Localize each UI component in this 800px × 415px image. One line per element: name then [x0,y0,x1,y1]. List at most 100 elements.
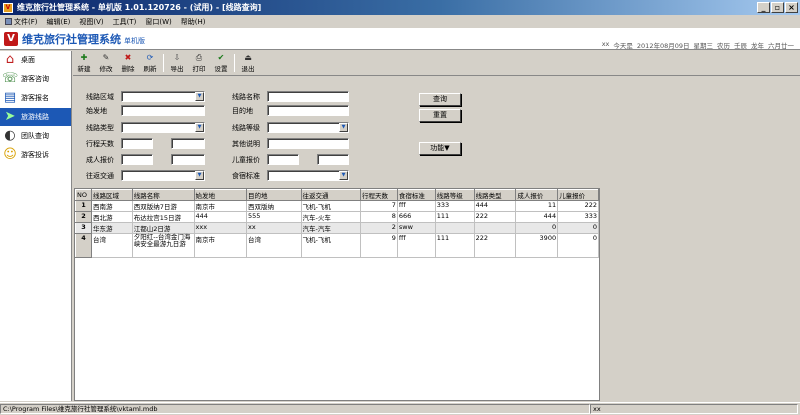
table-cell: 666 [397,211,436,223]
column-header[interactable]: 线路等级 [434,189,475,201]
menu-edit[interactable]: 编辑(E) [44,17,77,27]
table-cell: 222 [474,211,517,223]
toolbar-button-settings[interactable]: ✔ 设置 [210,51,232,75]
lodging-select[interactable]: ▼ [267,170,349,181]
title-bar: V 维克旅行社管理系统 - 单机版 1.01.120726 - (试用) - [… [0,0,800,15]
table-cell: 0 [515,222,559,234]
route-grade-select[interactable]: ▼ [267,122,349,133]
menu-window[interactable]: 窗口(W) [142,17,177,27]
column-header[interactable]: 往返交通 [300,189,362,201]
toolbar-button-new[interactable]: ✚ 新建 [73,51,95,75]
travel-days-to-input[interactable] [171,138,205,149]
sidebar-item-label: 桌面 [21,56,35,64]
adult-price-label: 成人报价 [86,156,114,164]
grid-empty-area [600,188,800,401]
table-cell: 11 [515,200,559,212]
adult-price-from-input[interactable] [121,154,153,165]
menu-tools[interactable]: 工具(T) [110,17,143,27]
departure-input[interactable] [121,105,205,116]
sidebar-item-1[interactable]: ☏ 游客咨询 [0,70,71,88]
table-cell: 3900 [515,233,559,258]
window-title: 维克旅行社管理系统 - 单机版 1.01.120726 - (试用) - [线路… [17,3,262,12]
route-name-input[interactable] [267,91,349,102]
close-button[interactable]: × [785,2,798,13]
transport-select[interactable]: ▼ [121,170,205,181]
column-header[interactable]: 目的地 [245,189,302,201]
column-header[interactable]: 线路区域 [90,189,133,201]
table-cell: 西双版纳 [246,200,302,212]
sidebar-item-5[interactable]: ☺ 游客投诉 [0,146,71,164]
sidebar-item-4[interactable]: ◐ 团队查询 [0,127,71,145]
query-button[interactable]: 查询 [419,93,461,106]
column-header[interactable]: 食宿标准 [396,189,436,201]
column-header[interactable]: 儿童报价 [557,189,599,201]
edit-icon: ✎ [102,53,110,62]
user-name: xx [601,40,610,48]
row-number: 4 [75,233,92,258]
table-cell: 西南游 [91,200,133,212]
column-header[interactable]: NO [75,189,92,201]
table-cell: 汽车-汽车 [301,222,362,234]
child-price-to-input[interactable] [317,154,349,165]
table-cell: 南京市 [194,200,247,212]
house-icon: ⌂ [5,52,15,67]
adult-price-to-input[interactable] [171,154,205,165]
query-form: 线路区域 ▼ 线路名称 始发地 目的地 线路类型 ▼ 线路等级 ▼ 行程天数 其… [73,77,800,185]
column-header[interactable]: 线路名称 [131,189,195,201]
destination-input[interactable] [267,105,349,116]
column-header[interactable]: 始发地 [193,189,247,201]
register-icon: ▤ [3,90,17,105]
menu-view[interactable]: 视图(V) [76,17,109,27]
chevron-down-icon[interactable]: ▼ [195,171,204,180]
toolbar-button-refresh[interactable]: ⟳ 刷新 [139,51,161,75]
toolbar-separator [234,54,235,72]
table-cell: 333 [557,211,599,223]
table-row[interactable]: 2 西北游 布达拉宫15日游 444 555 汽车-火车 8 666 111 222 444 333 [75,211,599,223]
table-cell: 0 [557,222,599,234]
other-notes-input[interactable] [267,138,349,149]
toolbar-button-label: 删除 [121,65,135,73]
menu-file[interactable]: 文件(F) [2,17,44,27]
table-row[interactable]: 3 华东游 江都山2日游 xxx xx 汽车-汽车 2 sww 0 0 [75,222,599,234]
column-header[interactable]: 行程天数 [360,189,398,201]
toolbar-button-export[interactable]: ⇩ 导出 [166,51,188,75]
function-menu-button[interactable]: 功能▼ [419,142,461,155]
table-cell: 111 [435,233,475,258]
table-cell: 222 [474,233,517,258]
column-header[interactable]: 成人报价 [515,189,559,201]
menu-help[interactable]: 帮助(H) [178,17,212,27]
chevron-down-icon[interactable]: ▼ [339,123,348,132]
date-text: 2012年08月09日 [636,42,690,50]
chevron-down-icon[interactable]: ▼ [195,92,204,101]
table-row[interactable]: 4 台湾 夕阳红--台湾金门海峡安全最游九日游 南京市 台湾 飞机-飞机 9 fff 111 22… [75,233,599,258]
travel-days-from-input[interactable] [121,138,153,149]
table-cell: 南京市 [194,233,247,258]
toolbar-button-print[interactable]: ⎙ 打印 [188,51,210,75]
sidebar-item-2[interactable]: ▤ 游客报名 [0,89,71,107]
table-row[interactable]: 1 西南游 西双版纳7日游 南京市 西双版纳 飞机-飞机 7 fff 333 444 11 222 [75,200,599,212]
toolbar-button-exit[interactable]: ⏏ 退出 [237,51,259,75]
logo-icon: V [4,31,18,46]
toolbar-button-label: 设置 [214,65,228,73]
restore-button[interactable]: ▫ [771,2,784,13]
chevron-down-icon[interactable]: ▼ [195,123,204,132]
lodging-label: 食宿标准 [232,172,260,180]
destination-label: 目的地 [232,107,253,115]
child-price-from-input[interactable] [267,154,299,165]
table-header-row: NO 线路区域 线路名称 始发地 目的地 往返交通 行程天数 食宿标准 线路等级 线路类型 成人报价… [75,189,599,201]
route-region-select[interactable]: ▼ [121,91,205,102]
sidebar-item-0[interactable]: ⌂ 桌面 [0,51,71,69]
sidebar-item-3[interactable]: ➤ 旅游线路 [0,108,71,126]
toolbar-button-edit[interactable]: ✎ 修改 [95,51,117,75]
sidebar-item-label: 游客咨询 [21,75,49,83]
transport-label: 往返交通 [86,172,114,180]
minimize-button[interactable]: _ [757,2,770,13]
toolbar-button-delete[interactable]: ✖ 删除 [117,51,139,75]
table-cell [435,222,475,234]
chevron-down-icon[interactable]: ▼ [339,171,348,180]
window-controls: _ ▫ × [757,2,798,13]
reset-button[interactable]: 重置 [419,109,461,122]
route-type-select[interactable]: ▼ [121,122,205,133]
column-header[interactable]: 线路类型 [473,189,517,201]
export-icon: ⇩ [173,53,181,62]
